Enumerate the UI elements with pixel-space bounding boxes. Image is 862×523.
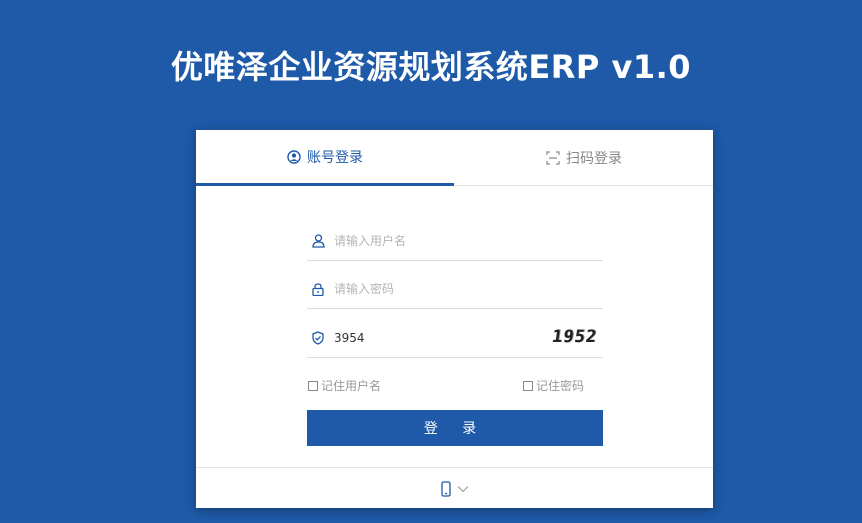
- user-icon: [310, 234, 326, 248]
- login-tabs: 账号登录 扫码登录: [196, 130, 713, 186]
- remember-password-box[interactable]: [523, 380, 533, 391]
- username-input[interactable]: [334, 234, 524, 248]
- page-title: 优唯泽企业资源规划系统ERP v1.0: [170, 48, 692, 86]
- captcha-image[interactable]: 1952: [551, 327, 599, 347]
- chevron-down-icon[interactable]: [457, 485, 469, 493]
- lock-icon: [310, 282, 326, 296]
- remember-username-box[interactable]: [308, 380, 318, 391]
- remember-username-checkbox[interactable]: 记住用户名: [308, 377, 381, 394]
- shield-icon: [310, 331, 326, 345]
- password-input[interactable]: [334, 282, 524, 296]
- tab-account-login[interactable]: 账号登录: [196, 130, 454, 186]
- remember-password-checkbox[interactable]: 记住密码: [523, 377, 584, 394]
- tab-account-login-label: 账号登录: [307, 149, 363, 166]
- captcha-field: 1952: [307, 319, 603, 358]
- user-circle-icon: [287, 149, 301, 164]
- captcha-input[interactable]: [334, 331, 524, 345]
- login-button[interactable]: 登 录: [307, 410, 603, 446]
- scan-icon: [546, 150, 560, 165]
- tab-qrcode-login[interactable]: 扫码登录: [455, 130, 713, 185]
- footer-bar: [196, 467, 713, 509]
- password-field: [307, 270, 603, 309]
- remember-username-label: 记住用户名: [321, 379, 382, 393]
- tab-qrcode-login-label: 扫码登录: [566, 150, 622, 167]
- mobile-icon[interactable]: [440, 480, 451, 497]
- remember-password-label: 记住密码: [536, 379, 585, 393]
- login-card: 账号登录 扫码登录 请输入用户名 3954 1952 记住用户名 记住密码 登 …: [196, 130, 713, 508]
- username-field: [307, 222, 603, 261]
